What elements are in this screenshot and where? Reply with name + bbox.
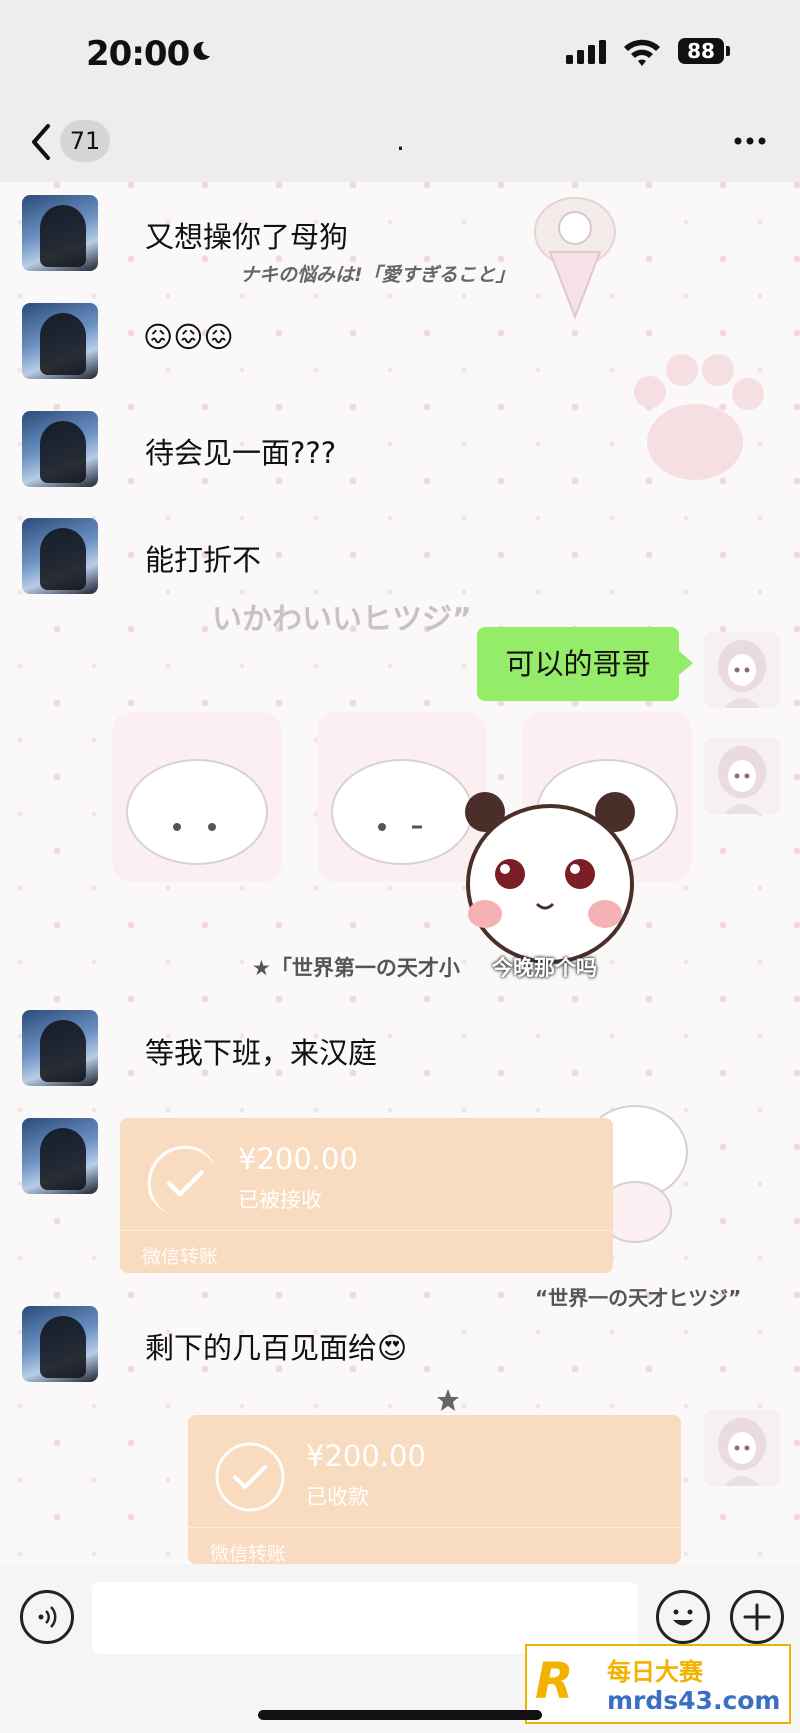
- outgoing-message-bubble[interactable]: 可以的哥哥: [477, 627, 693, 701]
- battery-tip: [726, 46, 730, 56]
- decor-text-2: いかわいいヒツジ”: [212, 602, 472, 637]
- transfer-divider: [120, 1230, 613, 1231]
- transfer-status: 已收款: [306, 1485, 369, 1509]
- unread-count-badge[interactable]: 71: [60, 120, 110, 162]
- decor-text-4: “世界一の天才ヒツジ”: [535, 1286, 742, 1310]
- site-watermark: R 每日大赛 mrds43.com: [525, 1644, 791, 1724]
- status-time: 20:00: [86, 34, 190, 74]
- message-text[interactable]: 又想操你了母狗: [145, 214, 348, 256]
- back-chevron-icon[interactable]: [26, 122, 56, 162]
- contact-avatar[interactable]: [22, 195, 98, 271]
- contact-avatar[interactable]: [22, 1118, 98, 1194]
- transfer-divider: [188, 1527, 681, 1528]
- star-decoration: [437, 1389, 459, 1411]
- message-text[interactable]: 😖😖😖: [143, 320, 234, 354]
- my-avatar[interactable]: [704, 632, 780, 708]
- paw-decoration: [634, 354, 764, 480]
- decor-text-3: ★「世界第一の天才小: [252, 956, 460, 980]
- sticker-caption: 今晚那个吗: [492, 956, 597, 980]
- watermark-line1: 每日大赛: [607, 1658, 703, 1686]
- contact-avatar[interactable]: [22, 518, 98, 594]
- transfer-amount: ¥200.00: [306, 1439, 426, 1473]
- transfer-footer: 微信转账: [142, 1246, 219, 1268]
- battery-indicator: 88: [678, 38, 724, 64]
- message-text[interactable]: 待会见一面???: [145, 430, 336, 472]
- bouquet-sticker-decoration: [534, 197, 616, 320]
- my-avatar[interactable]: [704, 738, 780, 814]
- plus-icon[interactable]: [730, 1590, 784, 1644]
- message-text[interactable]: 能打折不: [145, 537, 261, 579]
- contact-avatar[interactable]: [22, 1306, 98, 1382]
- watermark-logo: R: [535, 1652, 574, 1710]
- contact-avatar[interactable]: [22, 303, 98, 379]
- home-indicator[interactable]: [258, 1710, 542, 1720]
- contact-avatar[interactable]: [22, 1010, 98, 1086]
- moon-icon: [193, 41, 210, 60]
- contact-avatar[interactable]: [22, 411, 98, 487]
- check-circle-icon: [215, 1442, 285, 1512]
- cellular-signal-icon: [566, 40, 606, 64]
- more-options-icon[interactable]: [730, 126, 770, 156]
- wechat-transfer-card[interactable]: ¥200.00 已收款 微信转账: [188, 1415, 681, 1565]
- decor-text-1: ナキの悩みは!「愛すぎること」: [240, 264, 515, 286]
- wechat-transfer-card[interactable]: ¥200.00 已被接收 微信转账: [120, 1118, 613, 1273]
- my-avatar[interactable]: [704, 1410, 780, 1486]
- message-text[interactable]: 剩下的几百见面给😍: [145, 1325, 407, 1367]
- message-text[interactable]: 等我下班，来汉庭: [145, 1030, 377, 1072]
- transfer-amount: ¥200.00: [238, 1142, 358, 1176]
- voice-input-icon[interactable]: [20, 1590, 74, 1644]
- emoji-icon[interactable]: [656, 1590, 710, 1644]
- check-circle-icon: [147, 1145, 218, 1216]
- transfer-footer: 微信转账: [210, 1543, 287, 1565]
- watermark-line2: mrds43.com: [607, 1686, 781, 1715]
- panda-sticker: [465, 792, 635, 964]
- wifi-icon: [624, 39, 660, 66]
- transfer-status: 已被接收: [238, 1188, 322, 1212]
- chat-title: .: [396, 124, 405, 157]
